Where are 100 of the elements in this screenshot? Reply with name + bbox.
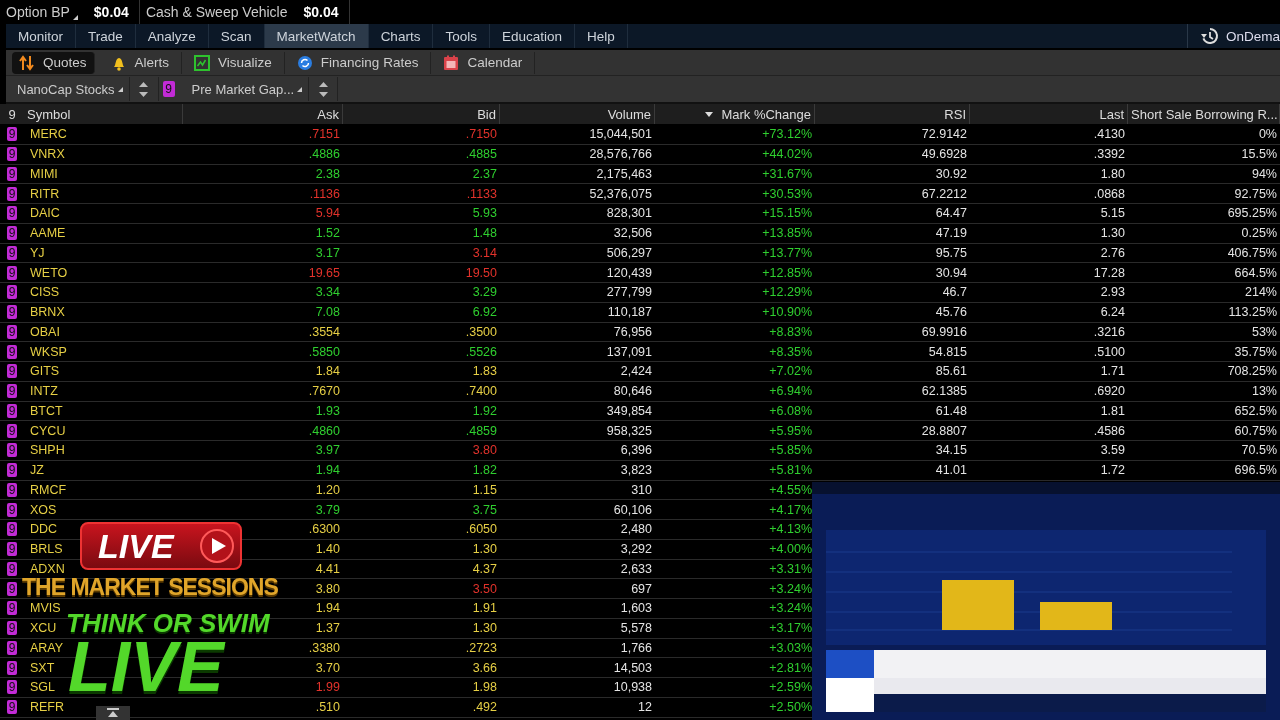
table-cell: .0868: [1093, 186, 1125, 201]
link-group-badge[interactable]: 9: [7, 226, 17, 241]
column-header[interactable]: Short Sale Borrowing R...: [1131, 106, 1278, 122]
table-cell[interactable]: REFR: [30, 700, 65, 715]
link-group-badge[interactable]: 9: [7, 561, 17, 576]
table-cell: 5,578: [620, 621, 652, 636]
table-cell[interactable]: OBAI: [30, 324, 60, 339]
watchlist-dropdown[interactable]: NanoCap Stocks: [6, 77, 129, 101]
link-group-badge[interactable]: 9: [7, 344, 17, 359]
link-group-badge[interactable]: 9: [7, 324, 17, 339]
menu-tab[interactable]: Monitor: [6, 24, 76, 48]
menu-tab[interactable]: Education: [489, 24, 575, 48]
sub-tab[interactable]: Financing Rates: [284, 51, 432, 74]
link-group-badge[interactable]: 9: [7, 166, 17, 181]
collapse-button[interactable]: [96, 706, 130, 720]
link-group-badge[interactable]: 9: [7, 482, 17, 497]
table-cell[interactable]: SGL: [30, 680, 55, 695]
link-group-badge[interactable]: 9: [7, 403, 17, 418]
link-group-badge[interactable]: 9: [7, 147, 17, 162]
menu-tab[interactable]: Help: [574, 24, 628, 48]
table-cell[interactable]: SXT: [30, 660, 55, 675]
link-group-badge[interactable]: 9: [162, 81, 175, 97]
link-group-badge[interactable]: 9: [7, 186, 17, 201]
column-header[interactable]: Last: [1099, 106, 1124, 122]
link-group-badge[interactable]: 9: [7, 265, 17, 280]
link-group-badge[interactable]: 9: [7, 581, 17, 596]
column-header[interactable]: Bid: [477, 106, 496, 122]
link-group-badge[interactable]: 9: [7, 700, 17, 715]
table-cell[interactable]: CISS: [30, 285, 60, 300]
menu-tab[interactable]: Scan: [208, 24, 265, 48]
link-group-badge[interactable]: 9: [7, 680, 17, 695]
sub-tab[interactable]: Visualize: [182, 51, 285, 74]
link-group-badge[interactable]: 9: [7, 502, 17, 517]
sub-tab[interactable]: Calendar: [431, 51, 536, 74]
table-cell[interactable]: XOS: [30, 502, 57, 517]
table-cell: .5100: [1093, 344, 1125, 359]
table-cell[interactable]: XCU: [30, 621, 57, 636]
column-header[interactable]: Mark %Change: [721, 106, 811, 122]
menu-tab[interactable]: Tools: [433, 24, 490, 48]
link-group-badge[interactable]: 9: [7, 305, 17, 320]
link-group-badge[interactable]: 9: [7, 384, 17, 399]
menu-tab[interactable]: MarketWatch: [264, 24, 369, 48]
column-header[interactable]: Ask: [317, 106, 339, 122]
table-cell[interactable]: SHPH: [30, 443, 65, 458]
column-header[interactable]: Volume: [607, 106, 651, 122]
table-cell: +44.02%: [762, 147, 812, 162]
link-group-badge[interactable]: 9: [7, 245, 17, 260]
table-cell: 110,187: [607, 305, 652, 320]
sub-tab[interactable]: Alerts: [98, 51, 183, 74]
link-group-badge[interactable]: 9: [7, 522, 17, 537]
link-group-badge[interactable]: 9: [7, 443, 17, 458]
link-group-badge[interactable]: 9: [7, 621, 17, 636]
link-group-badge[interactable]: 9: [7, 660, 17, 675]
menu-tab[interactable]: Analyze: [135, 24, 209, 48]
link-group-badge[interactable]: 9: [7, 601, 17, 616]
table-cell: 19.65: [308, 265, 340, 280]
link-group-badge[interactable]: 9: [7, 206, 17, 221]
link-group-badge[interactable]: 9: [7, 127, 17, 142]
table-cell: 3.59: [1100, 443, 1125, 458]
link-group-badge[interactable]: 9: [7, 640, 17, 655]
column-header[interactable]: RSI: [944, 106, 966, 122]
table-cell[interactable]: BTCT: [30, 403, 63, 418]
table-cell[interactable]: RMCF: [30, 482, 67, 497]
table-cell[interactable]: MIMI: [30, 166, 58, 181]
scan-dropdown[interactable]: Pre Market Gap...: [180, 77, 309, 101]
history-icon: [1199, 27, 1220, 45]
table-cell[interactable]: RITR: [30, 186, 60, 201]
link-group-badge[interactable]: 9: [7, 423, 17, 438]
table-cell[interactable]: BRNX: [30, 305, 65, 320]
table-cell[interactable]: ADXN: [30, 561, 65, 576]
table-cell: 1.15: [472, 482, 497, 497]
table-cell: 6.24: [1100, 305, 1125, 320]
table-cell[interactable]: WETO: [30, 265, 68, 280]
menu-tab[interactable]: Charts: [368, 24, 434, 48]
table-cell[interactable]: INTZ: [30, 384, 58, 399]
table-cell[interactable]: WKSP: [30, 344, 67, 359]
spin-down-button[interactable]: [316, 90, 331, 98]
link-group-badge[interactable]: 9: [7, 285, 17, 300]
spin-up-button[interactable]: [136, 80, 151, 88]
link-group-badge[interactable]: 9: [7, 463, 17, 478]
sub-tab[interactable]: Quotes: [12, 51, 95, 74]
menu-tab[interactable]: Trade: [76, 24, 136, 48]
on-demand-button[interactable]: OnDema: [1186, 24, 1280, 48]
table-cell[interactable]: MERC: [30, 127, 67, 142]
link-group-badge[interactable]: 9: [7, 364, 17, 379]
table-cell[interactable]: VNRX: [30, 147, 65, 162]
link-group-badge[interactable]: 9: [7, 542, 17, 557]
table-cell[interactable]: DDC: [30, 522, 58, 537]
table-cell[interactable]: BRLS: [30, 542, 63, 557]
table-cell[interactable]: CYCU: [30, 423, 66, 438]
spin-up-button[interactable]: [316, 80, 331, 88]
spin-down-button[interactable]: [136, 90, 151, 98]
table-cell[interactable]: ARAY: [30, 640, 64, 655]
table-cell[interactable]: YJ: [30, 245, 45, 260]
table-cell[interactable]: AAME: [30, 226, 66, 241]
table-cell[interactable]: MVIS: [30, 601, 61, 616]
column-header[interactable]: Symbol: [27, 106, 71, 122]
table-cell[interactable]: JZ: [30, 463, 44, 478]
table-cell[interactable]: GITS: [30, 364, 60, 379]
table-cell[interactable]: DAIC: [30, 206, 60, 221]
